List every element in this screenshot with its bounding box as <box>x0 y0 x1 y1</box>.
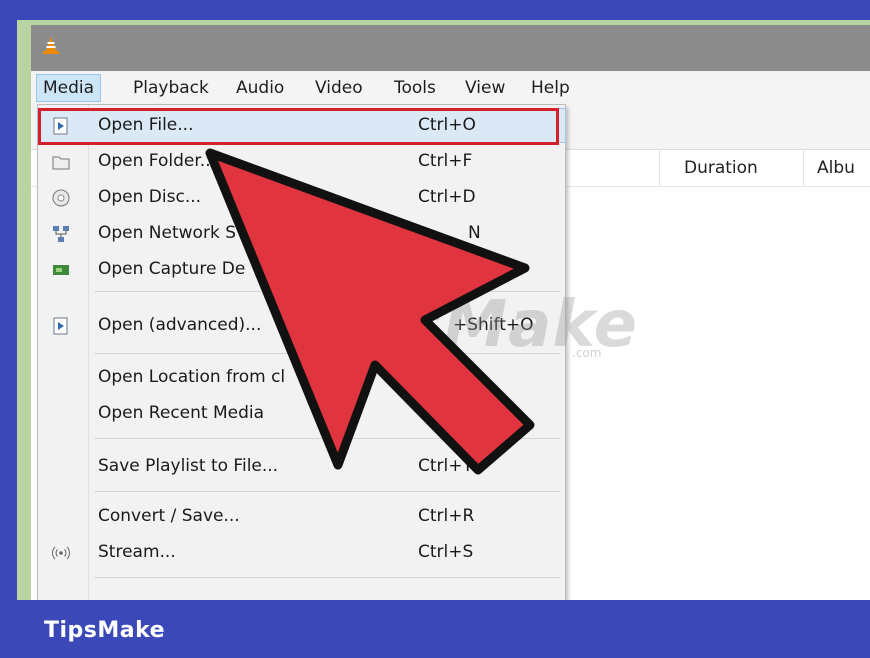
menu-item-open-folder[interactable]: Open Folder... Ctrl+F <box>38 145 565 178</box>
column-duration[interactable]: Duration <box>684 150 758 186</box>
stream-icon <box>52 546 70 560</box>
footer-banner: TipsMake <box>0 600 870 658</box>
menu-item-save-playlist[interactable]: Save Playlist to File... Ctrl+Y <box>38 450 565 483</box>
menu-item-shortcut: Ctrl+F <box>418 151 473 171</box>
menu-media[interactable]: Media <box>36 74 102 102</box>
menu-tools[interactable]: Tools <box>388 75 442 101</box>
title-bar <box>31 25 870 71</box>
menu-item-label: Open Recent Media <box>98 403 265 423</box>
menu-item-shortcut: Ctrl+R <box>418 506 475 526</box>
vlc-cone-icon <box>43 37 59 54</box>
menu-item-label: Open Capture De <box>98 259 246 279</box>
divider <box>94 491 560 492</box>
footer-brand: TipsMake <box>44 618 166 643</box>
menu-playback[interactable]: Playback <box>127 75 215 101</box>
menu-video[interactable]: Video <box>309 75 369 101</box>
menu-item-label: Open (advanced)... <box>98 315 262 335</box>
menu-item-shortcut: N <box>468 223 481 243</box>
menu-item-label: Convert / Save... <box>98 506 240 526</box>
folder-icon <box>52 156 70 170</box>
menu-item-shortcut: Ctrl+D <box>418 187 476 207</box>
menu-item-label: Open Folder... <box>98 151 216 171</box>
menu-item-open-recent[interactable]: Open Recent Media <box>38 397 565 430</box>
highlight-box <box>38 108 559 145</box>
menu-help[interactable]: Help <box>525 75 576 101</box>
menu-item-open-network[interactable]: Open Network S N <box>38 217 565 250</box>
menu-item-open-disc[interactable]: Open Disc... Ctrl+D <box>38 181 565 214</box>
menu-item-label: Open Location from cl <box>98 367 286 387</box>
menu-item-shortcut: Ctrl+S <box>418 542 474 562</box>
menu-item-stream[interactable]: Stream... Ctrl+S <box>38 536 565 569</box>
menu-item-label: Save Playlist to File... <box>98 456 279 476</box>
menu-item-convert-save[interactable]: Convert / Save... Ctrl+R <box>38 500 565 533</box>
menu-item-open-location[interactable]: Open Location from cl <box>38 361 565 394</box>
menu-bar: Media Playback Audio Video Tools View He… <box>31 71 870 105</box>
column-album[interactable]: Albu <box>817 150 855 186</box>
network-icon <box>53 226 69 242</box>
disc-icon <box>52 189 70 207</box>
divider <box>94 577 560 578</box>
menu-audio[interactable]: Audio <box>230 75 290 101</box>
menu-item-open-capture[interactable]: Open Capture De <box>38 253 565 286</box>
menu-view[interactable]: View <box>459 75 511 101</box>
menu-item-label: Stream... <box>98 542 176 562</box>
capture-card-icon <box>53 265 69 275</box>
menu-item-shortcut: Ctrl+Y <box>418 456 473 476</box>
column-separator[interactable] <box>803 150 804 186</box>
column-separator[interactable] <box>659 150 660 186</box>
menu-item-label: Open Disc... <box>98 187 202 207</box>
menu-item-label: Open Network S <box>98 223 236 243</box>
divider <box>94 438 560 439</box>
watermark-suffix: .com <box>572 346 602 360</box>
open-advanced-icon <box>53 317 68 335</box>
